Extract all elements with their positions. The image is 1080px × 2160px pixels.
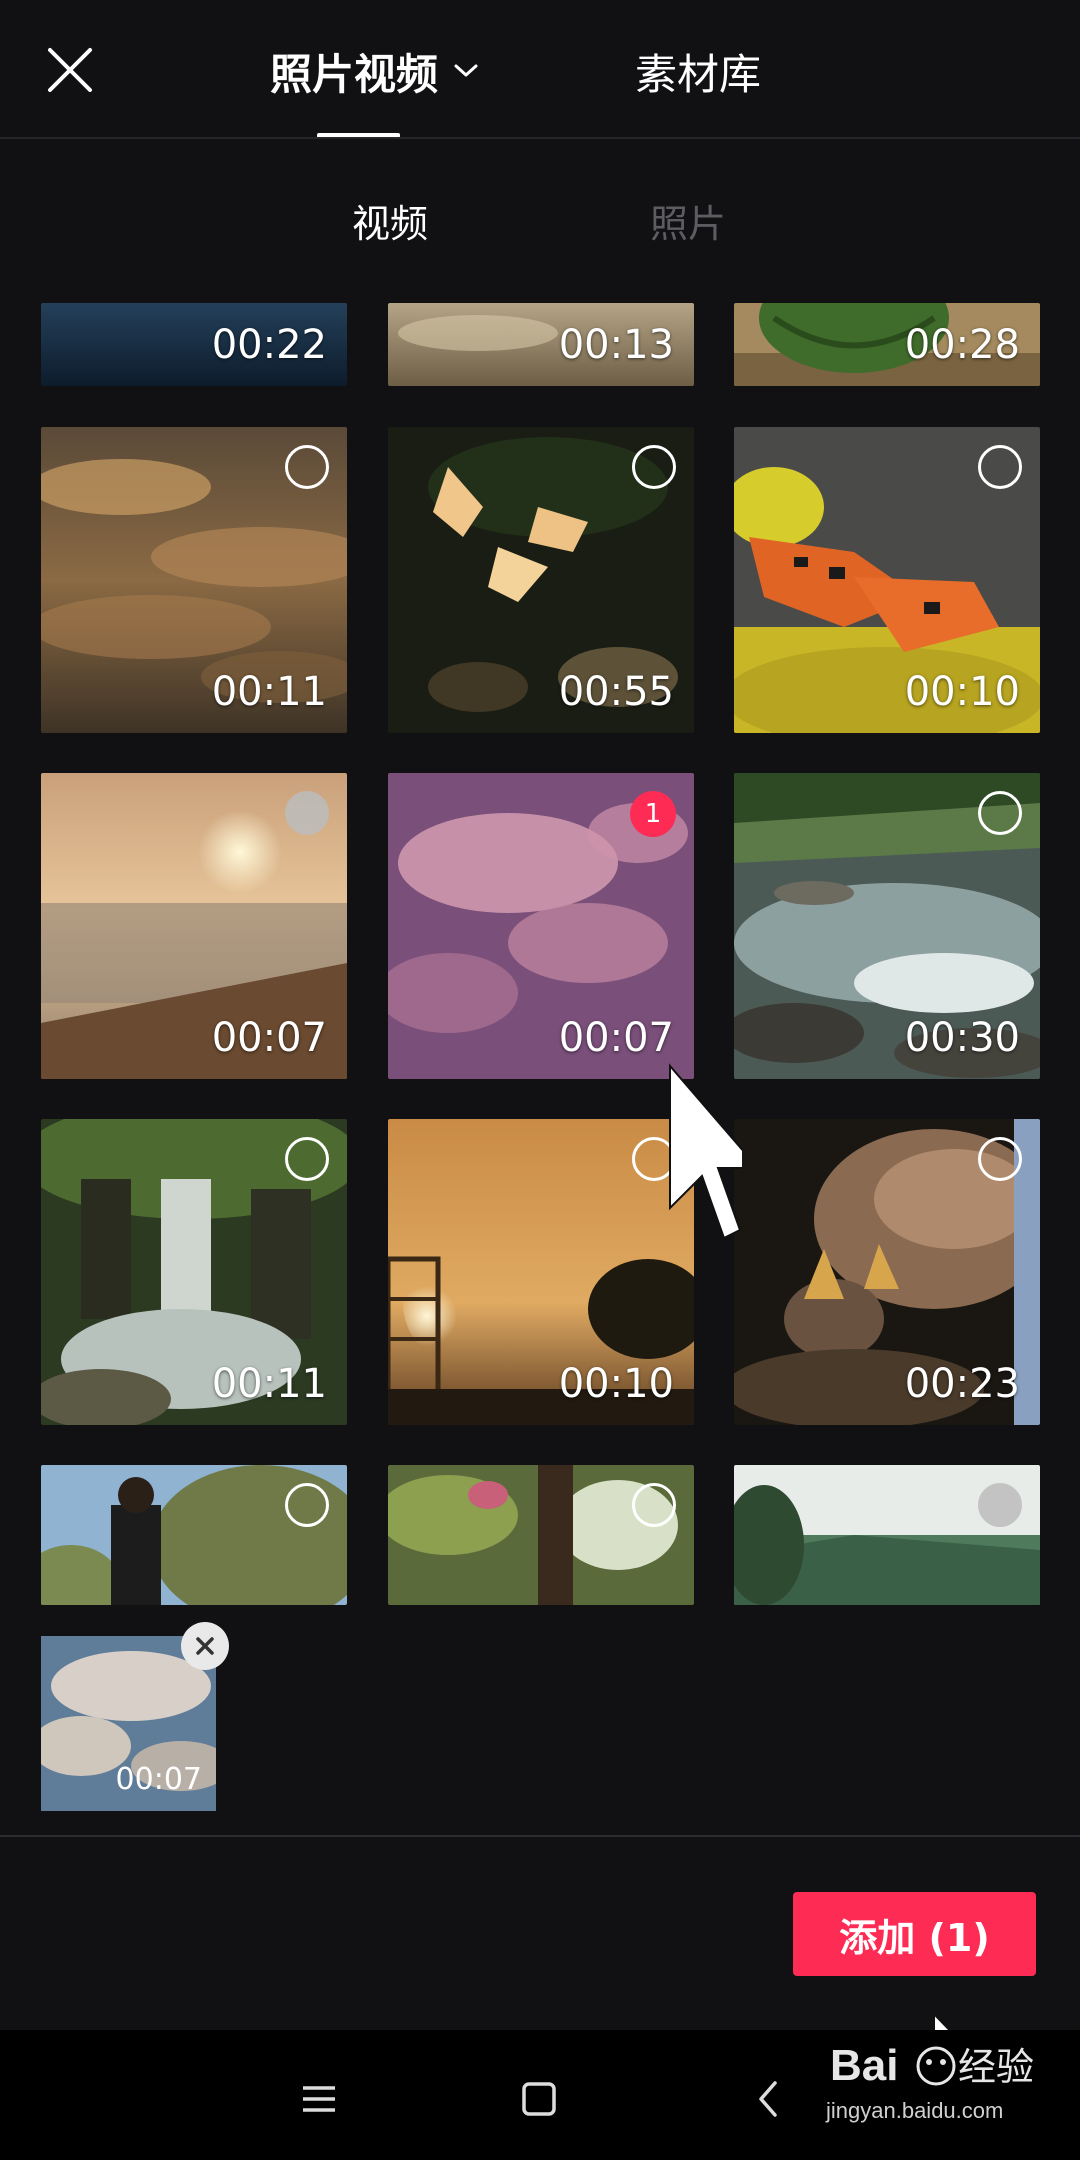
video-duration: 00:28 bbox=[904, 322, 1020, 368]
video-duration: 00:30 bbox=[904, 1015, 1020, 1061]
video-duration: 00:55 bbox=[558, 669, 674, 715]
select-checkbox[interactable] bbox=[978, 445, 1022, 489]
media-grid: 00:22 00:13 00:28 00:11 00:55 00:10 00:0… bbox=[0, 0, 1080, 1840]
watermark-brand: Bai bbox=[830, 2041, 898, 2090]
select-checkbox[interactable] bbox=[285, 1137, 329, 1181]
media-tile[interactable]: 1 00:07 bbox=[388, 773, 694, 1079]
nav-back-button[interactable] bbox=[745, 2075, 793, 2123]
video-duration: 00:07 bbox=[211, 1015, 327, 1061]
media-tile[interactable]: 00:28 bbox=[734, 303, 1040, 386]
video-duration: 00:11 bbox=[211, 1361, 327, 1407]
video-duration: 00:10 bbox=[904, 669, 1020, 715]
media-tile[interactable]: 00:07 bbox=[41, 773, 347, 1079]
nav-menu-button[interactable] bbox=[295, 2075, 343, 2123]
watermark: Bai 经验 jingyan.baidu.com bbox=[826, 2028, 1056, 2138]
select-checkbox[interactable] bbox=[285, 1483, 329, 1527]
media-tile[interactable] bbox=[388, 1465, 694, 1605]
video-duration: 00:10 bbox=[558, 1361, 674, 1407]
video-duration: 00:23 bbox=[904, 1361, 1020, 1407]
add-button[interactable]: 添加 (1) bbox=[793, 1892, 1036, 1976]
nav-home-button[interactable] bbox=[515, 2075, 563, 2123]
video-duration: 00:11 bbox=[211, 669, 327, 715]
tray-divider bbox=[0, 1835, 1080, 1837]
back-chevron-icon bbox=[759, 2081, 777, 2117]
media-tile[interactable]: 00:11 bbox=[41, 427, 347, 733]
video-duration: 00:07 bbox=[558, 1015, 674, 1061]
close-icon bbox=[196, 1637, 214, 1655]
media-tile[interactable] bbox=[734, 1465, 1040, 1605]
svg-text:经验: 经验 bbox=[958, 2045, 1034, 2089]
media-tile[interactable]: 00:55 bbox=[388, 427, 694, 733]
media-tile[interactable]: 00:30 bbox=[734, 773, 1040, 1079]
select-checkbox[interactable] bbox=[632, 445, 676, 489]
media-tile[interactable]: 00:23 bbox=[734, 1119, 1040, 1425]
video-duration: 00:07 bbox=[115, 1762, 202, 1797]
selection-order-badge[interactable]: 1 bbox=[630, 791, 676, 837]
select-checkbox[interactable] bbox=[978, 1137, 1022, 1181]
video-duration: 00:22 bbox=[211, 322, 327, 368]
media-tile[interactable]: 00:10 bbox=[734, 427, 1040, 733]
home-square-icon bbox=[522, 2082, 556, 2116]
media-tile[interactable]: 00:10 bbox=[388, 1119, 694, 1425]
remove-selected-button[interactable] bbox=[181, 1622, 229, 1670]
watermark-url: jingyan.baidu.com bbox=[826, 2098, 1004, 2123]
video-duration: 00:13 bbox=[558, 322, 674, 368]
pointer-cursor-icon bbox=[669, 1063, 742, 1240]
media-tile[interactable] bbox=[41, 1465, 347, 1605]
media-tile[interactable]: 00:13 bbox=[388, 303, 694, 386]
baidu-jingyan-logo: Bai 经验 bbox=[830, 2041, 1034, 2090]
media-tile[interactable]: 00:22 bbox=[41, 303, 347, 386]
menu-icon bbox=[303, 2086, 335, 2112]
select-checkbox[interactable] bbox=[978, 791, 1022, 835]
select-checkbox[interactable] bbox=[285, 791, 329, 835]
media-tile[interactable]: 00:11 bbox=[41, 1119, 347, 1425]
select-checkbox[interactable] bbox=[285, 445, 329, 489]
select-checkbox[interactable] bbox=[632, 1483, 676, 1527]
select-checkbox[interactable] bbox=[978, 1483, 1022, 1527]
media-picker-screen: 照片视频 素材库 视频 照片 00:22 00:13 00:28 00:11 0… bbox=[0, 0, 1080, 2160]
